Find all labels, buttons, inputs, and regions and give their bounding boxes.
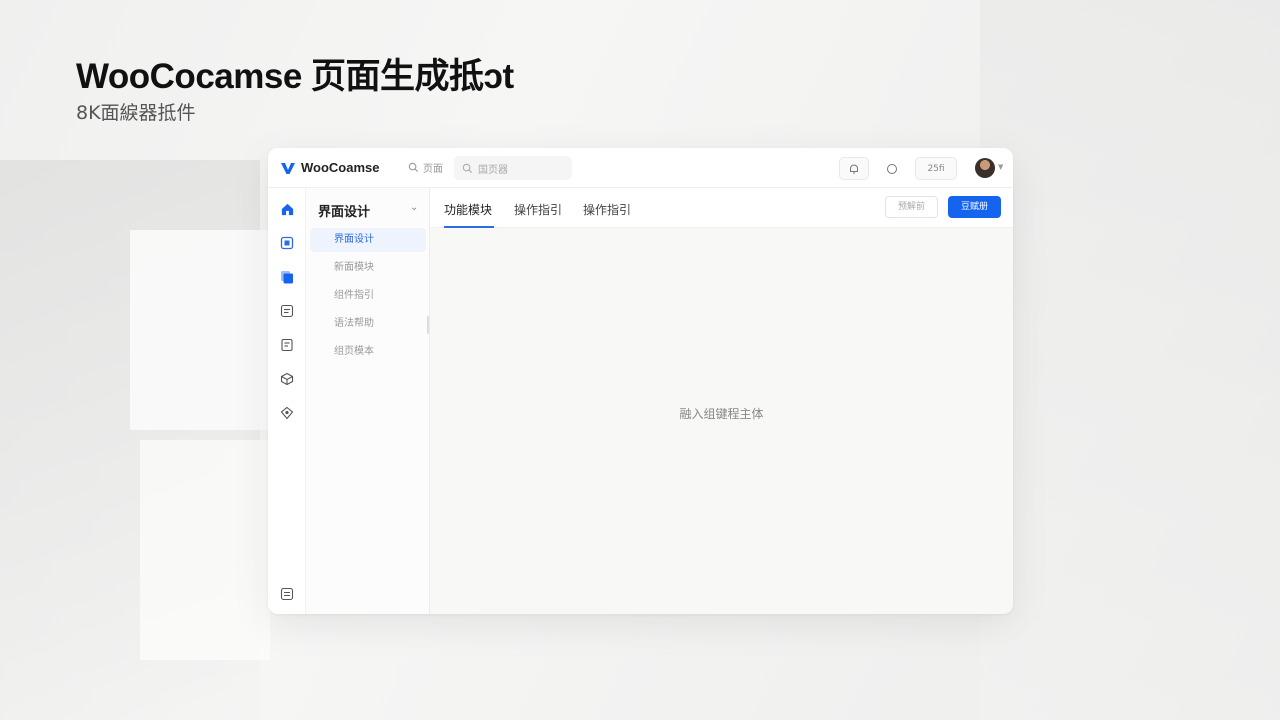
logo-text: WooCoamse (301, 160, 380, 175)
app-window: WooCoamse 页面 国页器 25fi ▼ 界面设计 ⌄ 界面设计 新面模块… (268, 148, 1013, 614)
search-placeholder: 国页器 (478, 164, 508, 176)
subnav-title[interactable]: 界面设计 (318, 201, 370, 220)
subnav-item[interactable]: 语法帮助 (310, 312, 426, 336)
scrollbar[interactable] (427, 316, 429, 334)
search-icon (462, 163, 473, 173)
primary-button[interactable]: 豆赋册 (948, 196, 1001, 218)
document-icon[interactable] (279, 337, 295, 353)
dashboard-icon[interactable] (279, 235, 295, 251)
subnav-item[interactable]: 界面设计 (310, 228, 426, 252)
settings-icon[interactable] (279, 586, 295, 602)
help-icon (887, 163, 897, 174)
subnav-item[interactable]: 组件指引 (310, 284, 426, 308)
tab-guide[interactable]: 操作指引 (514, 201, 562, 218)
search-input[interactable]: 国页器 (454, 156, 572, 180)
main-content: 功能模块 操作指引 操作指引 预解前 豆赋册 融入组键程主体 (430, 188, 1013, 614)
tab-guide-2[interactable]: 操作指引 (583, 201, 631, 218)
help-button[interactable] (877, 157, 907, 180)
tab-features[interactable]: 功能模块 (444, 201, 492, 218)
search-icon (408, 162, 419, 173)
tab-bar: 功能模块 操作指引 操作指引 预解前 豆赋册 (430, 188, 1013, 228)
background-shadow (980, 0, 1280, 720)
background-light-patch (140, 440, 270, 660)
top-bar: WooCoamse 页面 国页器 25fi ▼ (268, 148, 1013, 188)
plugin-icon[interactable] (279, 405, 295, 421)
secondary-nav: 界面设计 ⌄ 界面设计 新面模块 组件指引 语法帮助 组页模本 (306, 188, 430, 614)
hero-subtitle: 8K面綟器抵件 (76, 102, 196, 124)
icon-rail (268, 188, 306, 614)
chevron-down-icon[interactable]: ⌄ (410, 202, 418, 213)
avatar[interactable] (975, 158, 995, 178)
home-icon[interactable] (279, 201, 295, 217)
empty-state-hint: 融入组键程主体 (679, 407, 764, 421)
bell-icon (850, 164, 858, 173)
logo-icon (281, 163, 295, 174)
subnav-item[interactable]: 新面模块 (310, 256, 426, 280)
list-icon[interactable] (279, 303, 295, 319)
search-label: 页面 (423, 164, 443, 175)
notifications-button[interactable] (839, 157, 869, 180)
count-badge[interactable]: 25fi (915, 157, 957, 180)
search-shortcut[interactable]: 页面 (408, 160, 443, 175)
hero-title: WooCocamse 页面生成抵ɔt (76, 57, 514, 96)
subnav-item[interactable]: 组页模本 (310, 340, 426, 364)
canvas-area[interactable]: 融入组键程主体 (430, 228, 1013, 614)
pages-icon[interactable] (279, 269, 295, 285)
secondary-button[interactable]: 预解前 (885, 196, 938, 218)
chevron-down-icon[interactable]: ▼ (998, 163, 1003, 171)
background-light-patch (130, 230, 270, 430)
cube-icon[interactable] (279, 371, 295, 387)
